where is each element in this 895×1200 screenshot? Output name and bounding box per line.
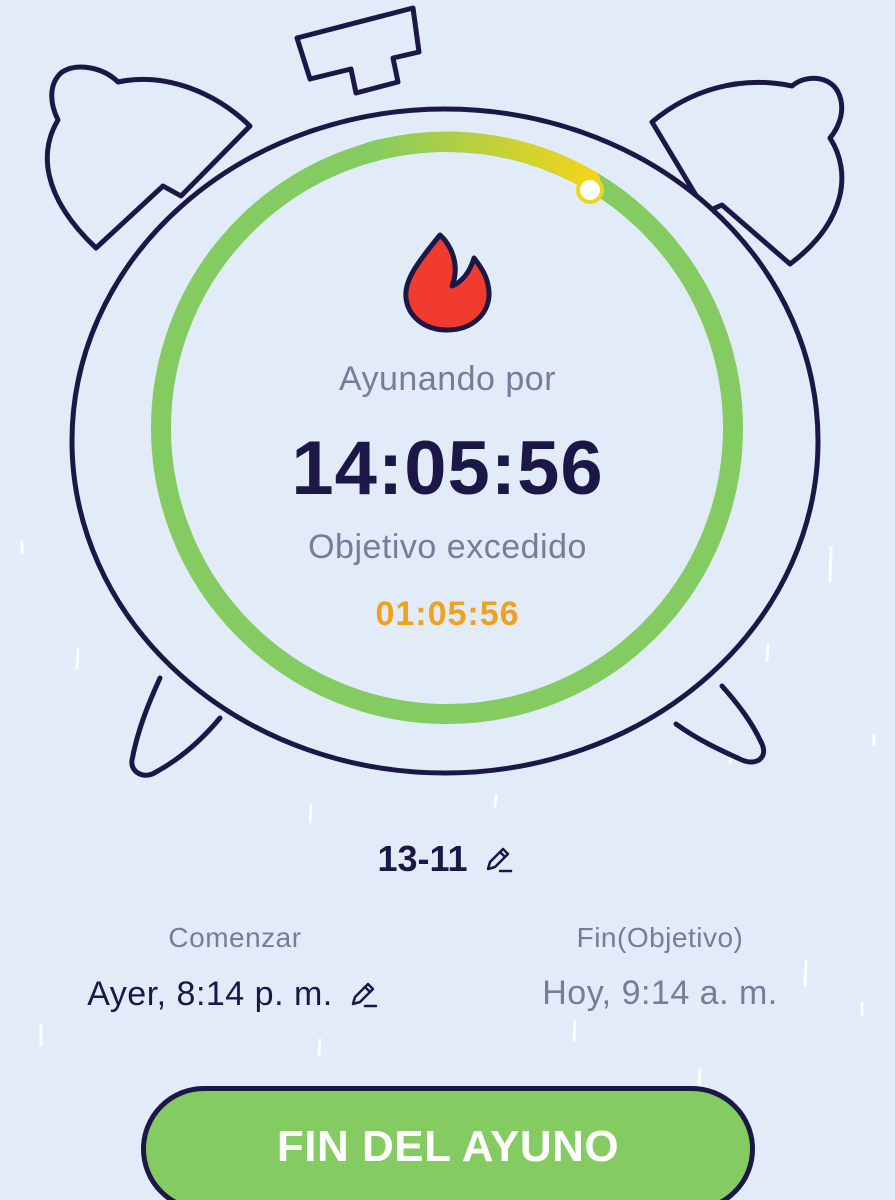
- fasting-timer-screen: Ayunando por 14:05:56 Objetivo excedido …: [0, 0, 895, 1200]
- start-time-value: Ayer, 8:14 p. m.: [87, 974, 333, 1013]
- end-fast-button[interactable]: FIN DEL AYUNO: [141, 1086, 755, 1200]
- goal-status-label: Objetivo excedido: [308, 528, 587, 566]
- start-label: Comenzar: [168, 922, 302, 953]
- end-time-value: Hoy, 9:14 a. m.: [542, 974, 778, 1012]
- pencil-icon: [486, 847, 512, 873]
- fast-times: Comenzar Ayer, 8:14 p. m. Fin(Objetivo): [0, 922, 895, 1032]
- progress-knob: [576, 176, 604, 204]
- end-goal-label: Fin(Objetivo): [576, 922, 744, 953]
- pencil-icon: [351, 982, 377, 1008]
- start-time-group: Comenzar Ayer, 8:14 p. m.: [50, 922, 420, 1014]
- edit-start-time-button[interactable]: [343, 974, 383, 1014]
- edit-plan-button[interactable]: [478, 839, 518, 879]
- plan-name: 13-11: [377, 838, 468, 879]
- end-time-group: Fin(Objetivo) Hoy, 9:14 a. m.: [475, 922, 845, 1013]
- right-leg: [673, 683, 766, 765]
- clock-crown: [294, 5, 422, 96]
- elapsed-time: 14:05:56: [291, 426, 604, 511]
- end-fast-label: FIN DEL AYUNO: [276, 1122, 620, 1171]
- plan-selector: 13-11: [0, 838, 895, 880]
- alarm-clock-illustration: [44, 5, 845, 778]
- fasting-status-label: Ayunando por: [338, 360, 557, 398]
- exceeded-time: 01:05:56: [375, 595, 520, 633]
